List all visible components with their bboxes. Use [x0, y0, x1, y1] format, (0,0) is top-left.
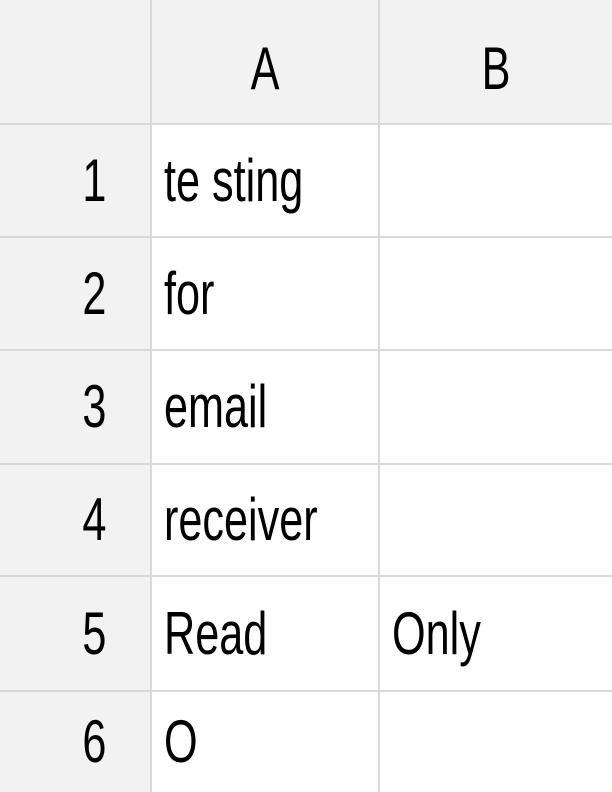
row-number: 2 — [81, 259, 106, 327]
cell-value: receiver — [164, 486, 318, 553]
row-header-1[interactable]: 1 — [0, 125, 152, 238]
cell-b4[interactable] — [380, 465, 612, 577]
cell-b6[interactable] — [380, 692, 612, 792]
column-header-a[interactable]: A — [152, 0, 380, 125]
cell-a5[interactable]: Read — [152, 577, 380, 692]
cell-value: for — [164, 259, 215, 327]
row-header-2[interactable]: 2 — [0, 238, 152, 351]
row-header-4[interactable]: 4 — [0, 465, 152, 577]
cell-value: email — [164, 373, 268, 440]
row-number: 1 — [81, 146, 106, 214]
row-number: 4 — [81, 486, 106, 553]
cell-value: Read — [164, 599, 268, 667]
cell-a1[interactable]: te sting — [152, 125, 380, 238]
cell-a2[interactable]: for — [152, 238, 380, 351]
cell-b3[interactable] — [380, 351, 612, 465]
cell-value: te sting — [164, 146, 304, 214]
spreadsheet: A B 1 te sting 2 for 3 email 4 receiver … — [0, 0, 612, 792]
cell-a4[interactable]: receiver — [152, 465, 380, 577]
cell-value: Only — [392, 599, 481, 667]
cell-grid: A B 1 te sting 2 for 3 email 4 receiver … — [0, 0, 612, 792]
cell-value: O — [164, 708, 198, 775]
column-header-label: B — [481, 34, 511, 102]
cell-b1[interactable] — [380, 125, 612, 238]
cell-b5[interactable]: Only — [380, 577, 612, 692]
column-header-label: A — [250, 34, 280, 102]
row-number: 3 — [81, 373, 106, 440]
row-number: 6 — [81, 708, 106, 775]
column-header-b[interactable]: B — [380, 0, 612, 125]
select-all-corner[interactable] — [0, 0, 152, 125]
row-header-6[interactable]: 6 — [0, 692, 152, 792]
row-number: 5 — [81, 599, 106, 667]
row-header-3[interactable]: 3 — [0, 351, 152, 465]
cell-a6[interactable]: O — [152, 692, 380, 792]
cell-a3[interactable]: email — [152, 351, 380, 465]
cell-b2[interactable] — [380, 238, 612, 351]
row-header-5[interactable]: 5 — [0, 577, 152, 692]
